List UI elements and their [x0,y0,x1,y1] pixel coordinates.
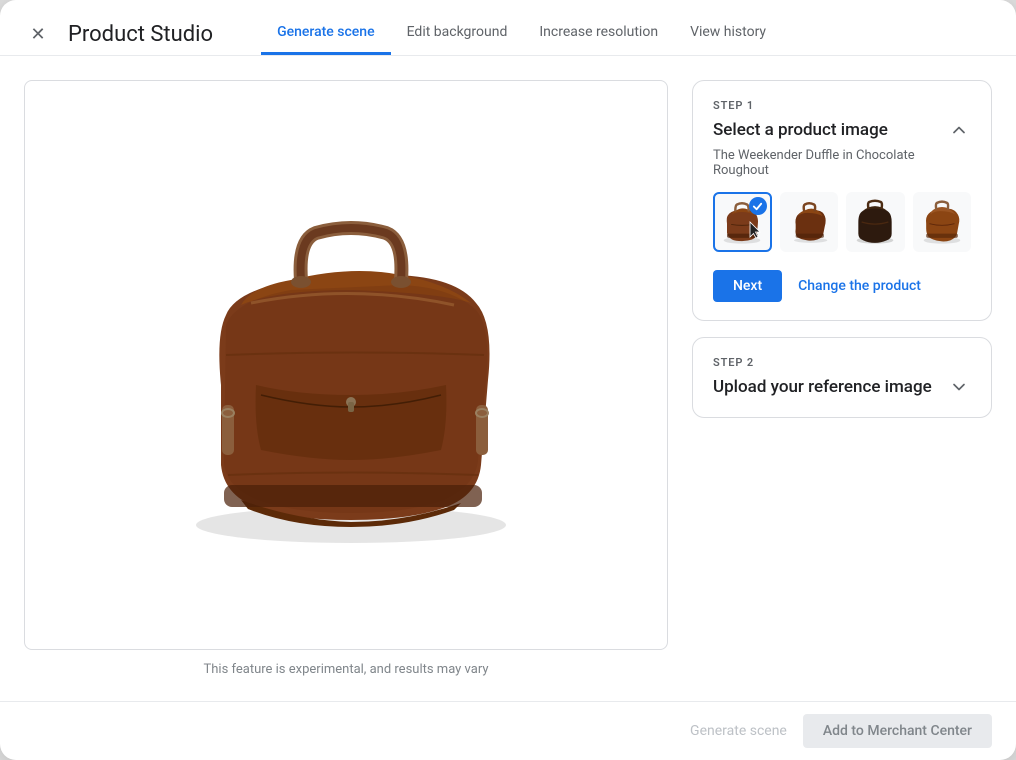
header: ✕ Product Studio Generate scene Edit bac… [0,0,1016,56]
thumbnail-1[interactable] [713,192,772,252]
step1-card: STEP 1 Select a product image The Weeken… [692,80,992,321]
right-panel: STEP 1 Select a product image The Weeken… [692,80,992,677]
tab-edit-background[interactable]: Edit background [391,14,524,55]
product-image-container [24,80,668,650]
selected-check-badge [749,197,767,215]
thumbnail-2[interactable] [780,192,839,252]
step1-collapse-icon[interactable] [947,118,971,142]
thumbnail-4[interactable] [913,192,972,252]
app-title: Product Studio [68,22,213,47]
thumbnail-3[interactable] [846,192,905,252]
content-area: This feature is experimental, and result… [0,56,1016,701]
footer: Generate scene Add to Merchant Center [0,701,1016,760]
tab-increase-resolution[interactable]: Increase resolution [523,14,674,55]
step1-header: Select a product image [713,118,971,142]
app-window: ✕ Product Studio Generate scene Edit bac… [0,0,1016,760]
image-caption: This feature is experimental, and result… [203,662,488,677]
step1-label: STEP 1 [713,99,971,112]
step1-title: Select a product image [713,120,888,140]
thumbnail-list [713,192,971,252]
tab-generate-scene[interactable]: Generate scene [261,14,391,55]
change-product-button[interactable]: Change the product [798,278,921,294]
step2-expand-icon[interactable] [947,375,971,399]
step1-actions: Next Change the product [713,270,971,302]
step2-header: Upload your reference image [713,375,971,399]
next-button[interactable]: Next [713,270,782,302]
tab-view-history[interactable]: View history [674,14,782,55]
step2-card: STEP 2 Upload your reference image [692,337,992,418]
nav-tabs: Generate scene Edit background Increase … [261,14,992,55]
step1-subtitle: The Weekender Duffle in Chocolate Rougho… [713,148,971,178]
add-to-merchant-button: Add to Merchant Center [803,714,992,748]
left-panel: This feature is experimental, and result… [24,80,668,677]
product-image-svg [136,155,556,575]
close-icon: ✕ [30,24,45,45]
close-button[interactable]: ✕ [24,21,52,49]
step2-title: Upload your reference image [713,377,932,397]
generate-scene-button: Generate scene [690,723,787,739]
step2-label: STEP 2 [713,356,971,369]
